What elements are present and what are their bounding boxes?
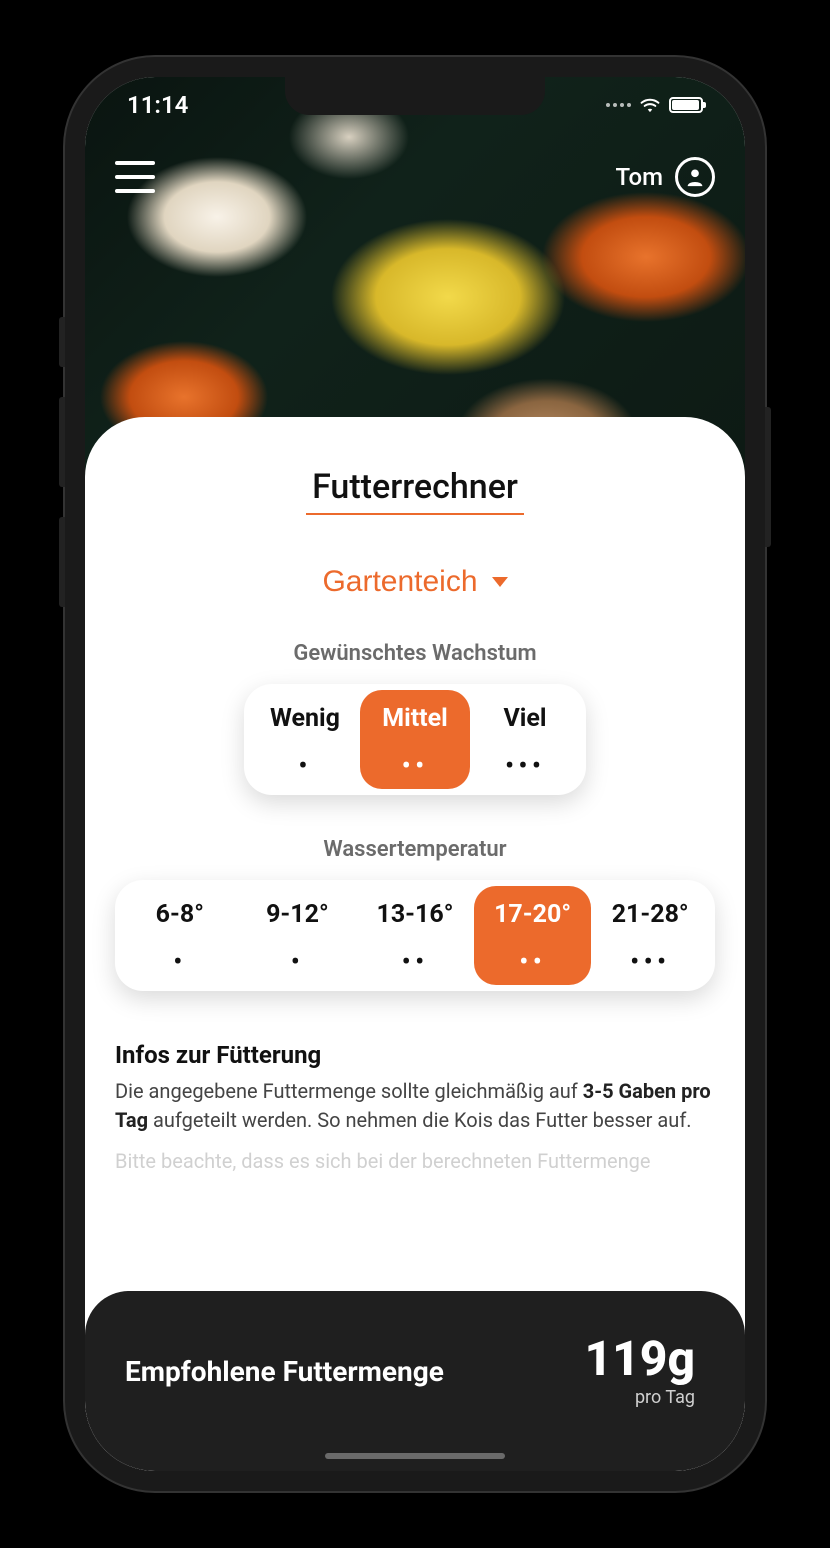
result-unit: pro Tag: [584, 1387, 695, 1408]
status-time: 11:14: [127, 91, 188, 119]
temperature-option-dots: •: [247, 957, 349, 967]
notch: [285, 77, 545, 115]
growth-option-mittel[interactable]: Mittel ••: [360, 690, 470, 789]
result-label: Empfohlene Futtermenge: [125, 1355, 444, 1388]
growth-option-wenig[interactable]: Wenig •: [250, 690, 360, 789]
info-title: Infos zur Fütterung: [115, 1041, 715, 1069]
temperature-option-17-20[interactable]: 17-20° ••: [474, 886, 592, 985]
user-block[interactable]: Tom: [615, 157, 715, 197]
screen: 11:14 Tom: [85, 77, 745, 1471]
page-title: Futterrechner: [306, 467, 524, 515]
temperature-segmented: 6-8° • 9-12° • 13-16° •• 17-20° •• 21-28…: [115, 880, 715, 991]
temperature-option-dots: •••: [599, 957, 701, 967]
growth-option-viel[interactable]: Viel •••: [470, 690, 580, 789]
temperature-label: Wassertemperatur: [115, 837, 715, 862]
wifi-icon: [639, 97, 661, 113]
info-text-faded: Bitte beachte, dass es sich bei der bere…: [115, 1147, 715, 1176]
temperature-option-dots: ••: [482, 957, 584, 967]
info-text-post: aufgeteilt werden. So nehmen die Kois da…: [148, 1108, 692, 1132]
menu-button[interactable]: [115, 161, 155, 193]
growth-label: Gewünschtes Wachstum: [115, 641, 715, 666]
growth-option-dots: •: [258, 761, 352, 771]
pond-select[interactable]: Gartenteich: [115, 565, 715, 599]
temperature-option-dots: ••: [364, 957, 466, 967]
growth-option-dots: •••: [478, 761, 572, 771]
growth-segmented: Wenig • Mittel •• Viel •••: [244, 684, 586, 795]
chevron-down-icon: [492, 577, 508, 587]
info-text-pre: Die angegebene Futtermenge sollte gleich…: [115, 1079, 583, 1103]
temperature-option-13-16[interactable]: 13-16° ••: [356, 886, 474, 985]
battery-icon: [669, 97, 703, 113]
temperature-option-dots: •: [129, 957, 231, 967]
home-indicator[interactable]: [325, 1453, 505, 1459]
growth-option-label: Mittel: [368, 704, 462, 733]
growth-option-dots: ••: [368, 761, 462, 771]
signal-icon: [606, 103, 631, 107]
top-nav: Tom: [85, 157, 745, 197]
info-section: Infos zur Fütterung Die angegebene Futte…: [115, 1041, 715, 1176]
avatar-icon: [675, 157, 715, 197]
phone-side-buttons-left: [59, 317, 65, 637]
result-bar: Empfohlene Futtermenge 119g pro Tag: [85, 1291, 745, 1471]
phone-side-button-right: [765, 407, 771, 547]
temperature-option-21-28[interactable]: 21-28° •••: [591, 886, 709, 985]
temperature-option-label: 21-28°: [599, 900, 701, 929]
growth-option-label: Wenig: [258, 704, 352, 733]
user-name: Tom: [615, 163, 663, 191]
temperature-option-label: 13-16°: [364, 900, 466, 929]
pond-selected-label: Gartenteich: [322, 565, 477, 599]
temperature-option-label: 17-20°: [482, 900, 584, 929]
info-text: Die angegebene Futtermenge sollte gleich…: [115, 1077, 715, 1135]
result-value: 119g: [584, 1335, 695, 1383]
temperature-option-6-8[interactable]: 6-8° •: [121, 886, 239, 985]
growth-option-label: Viel: [478, 704, 572, 733]
temperature-option-label: 9-12°: [247, 900, 349, 929]
status-indicators: [606, 97, 703, 113]
temperature-option-label: 6-8°: [129, 900, 231, 929]
temperature-option-9-12[interactable]: 9-12° •: [239, 886, 357, 985]
phone-frame: 11:14 Tom: [65, 57, 765, 1491]
